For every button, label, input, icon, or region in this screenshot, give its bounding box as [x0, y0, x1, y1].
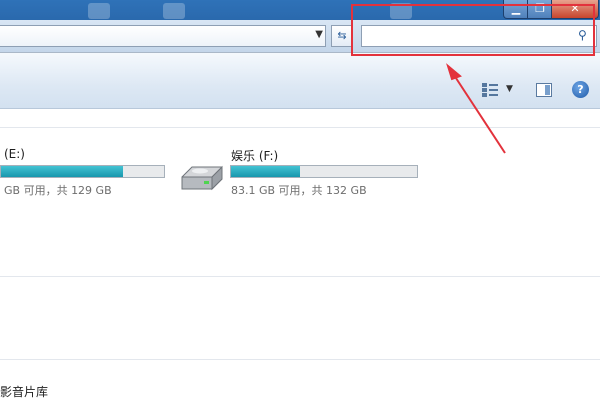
chevron-down-icon[interactable]: ▼	[506, 84, 513, 94]
close-icon: ✕	[570, 2, 580, 15]
address-bar[interactable]: ▼	[0, 25, 326, 47]
search-icon[interactable]: ⚲	[578, 28, 592, 42]
help-icon: ?	[577, 83, 584, 96]
preview-pane-button[interactable]	[536, 83, 552, 97]
background-icon	[163, 3, 185, 19]
drive-usage-fill	[1, 166, 124, 177]
drive-name: 娱乐 (F:)	[231, 149, 279, 163]
drive-usage-bar	[0, 165, 165, 178]
refresh-icon: ⇆	[337, 29, 347, 42]
divider	[0, 359, 600, 360]
drive-name: (E:)	[4, 147, 25, 161]
background-icon	[88, 3, 110, 19]
refresh-button[interactable]: ⇆	[331, 25, 353, 47]
command-toolbar: ▼ ?	[0, 53, 600, 109]
drive-free-space: GB 可用，共 129 GB	[4, 184, 112, 197]
search-input[interactable]	[366, 27, 570, 47]
divider	[0, 276, 600, 277]
close-button[interactable]: ✕	[551, 0, 599, 19]
library-item-label[interactable]: 影音片库	[0, 383, 48, 400]
change-view-button[interactable]	[482, 82, 498, 98]
minimize-icon: ▁	[511, 2, 521, 15]
drive-usage-bar	[230, 165, 418, 178]
drives-content-pane	[0, 109, 600, 400]
divider	[0, 127, 600, 128]
restore-icon: ❐	[535, 2, 545, 15]
minimize-button[interactable]: ▁	[503, 0, 529, 19]
background-icon	[390, 3, 412, 19]
chevron-down-icon[interactable]: ▼	[315, 29, 323, 40]
navigation-bar: ▼ ⇆ ⚲	[0, 20, 600, 53]
hard-drive-icon	[181, 165, 223, 191]
drive-free-space: 83.1 GB 可用，共 132 GB	[231, 184, 367, 197]
drive-usage-fill	[231, 166, 300, 177]
window-title-bar: ▁ ❐ ✕	[0, 0, 600, 20]
search-box[interactable]: ⚲	[361, 25, 597, 47]
help-button[interactable]: ?	[572, 81, 589, 98]
restore-button[interactable]: ❐	[527, 0, 553, 19]
